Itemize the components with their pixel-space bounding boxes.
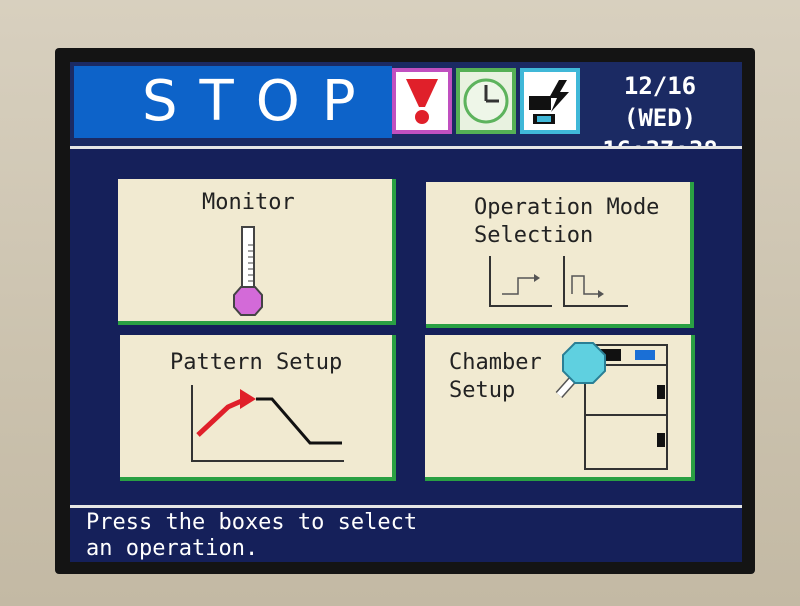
chamber-setup-button[interactable]: Chamber Setup [425,335,695,481]
header: STOP 12/16 (WED) 16:3 [70,62,742,164]
pattern-setup-label: Pattern Setup [170,350,343,375]
operation-status: STOP [142,69,378,134]
menu-area: Monitor Operation Mode Selection Pattern… [70,149,742,505]
mode-waveform-icon [489,256,628,307]
monitor-label: Monitor [202,190,295,215]
touch-screen: STOP 12/16 (WED) 16:3 [70,62,742,562]
chamber-magnifier-icon [555,342,668,470]
operation-mode-button[interactable]: Operation Mode Selection [426,182,694,328]
monitor-button[interactable]: Monitor [118,179,396,325]
thermometer-icon [233,226,263,316]
date-text: 12/16 (WED) [623,72,697,132]
pattern-graph-icon [191,385,344,462]
alarm-button[interactable] [392,68,452,134]
timer-icon [463,78,509,124]
power-icon [529,80,569,124]
operation-mode-label: Operation Mode Selection [474,195,660,248]
chamber-setup-label: Chamber Setup [449,350,542,403]
instruction-message: Press the boxes to select an operation. [86,510,418,561]
alarm-icon [406,79,438,124]
pattern-setup-button[interactable]: Pattern Setup [120,335,396,481]
power-button[interactable] [520,68,580,134]
message-bar: Press the boxes to select an operation. [70,508,742,562]
timer-button[interactable] [456,68,516,134]
status-bar: STOP [74,66,392,138]
